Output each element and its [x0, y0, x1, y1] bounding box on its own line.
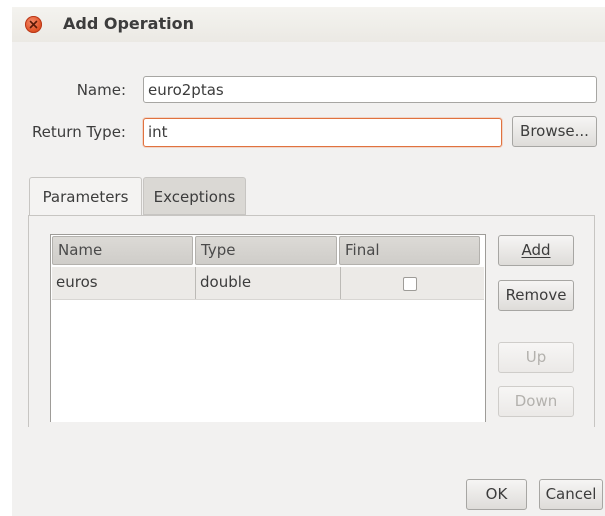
- browse-button[interactable]: Browse...: [512, 116, 597, 147]
- tab-parameters[interactable]: Parameters: [29, 177, 142, 217]
- column-header-name[interactable]: Name: [52, 236, 193, 265]
- name-field[interactable]: euro2ptas: [143, 76, 597, 103]
- remove-button[interactable]: Remove: [498, 280, 574, 311]
- dialog-title: Add Operation: [63, 14, 194, 33]
- add-operation-dialog: Add Operation Name: euro2ptas Return Typ…: [12, 7, 605, 516]
- name-label: Name:: [76, 81, 126, 99]
- table-row[interactable]: euros double: [52, 267, 484, 300]
- column-header-type[interactable]: Type: [195, 236, 337, 265]
- title-bar: Add Operation: [12, 7, 605, 42]
- add-button[interactable]: Add: [498, 235, 574, 266]
- return-type-label: Return Type:: [31, 123, 126, 141]
- remove-button-label: Remove: [505, 286, 567, 304]
- cell-name: euros: [56, 273, 98, 291]
- tab-exceptions[interactable]: Exceptions: [143, 177, 246, 215]
- return-type-field[interactable]: int: [143, 118, 502, 147]
- cell-final: [340, 267, 484, 299]
- final-checkbox[interactable]: [403, 277, 417, 291]
- cancel-button[interactable]: Cancel: [539, 479, 603, 510]
- down-button[interactable]: Down: [498, 386, 574, 417]
- column-header-final[interactable]: Final: [339, 236, 480, 265]
- cell-type: double: [195, 267, 340, 299]
- ok-button[interactable]: OK: [466, 479, 527, 510]
- down-button-label: Down: [514, 392, 558, 410]
- up-button[interactable]: Up: [498, 342, 574, 373]
- close-icon[interactable]: [25, 16, 42, 33]
- up-button-label: Up: [525, 348, 547, 366]
- add-button-label: Add: [521, 241, 551, 259]
- parameters-table: Name Type Final euros double: [50, 234, 486, 422]
